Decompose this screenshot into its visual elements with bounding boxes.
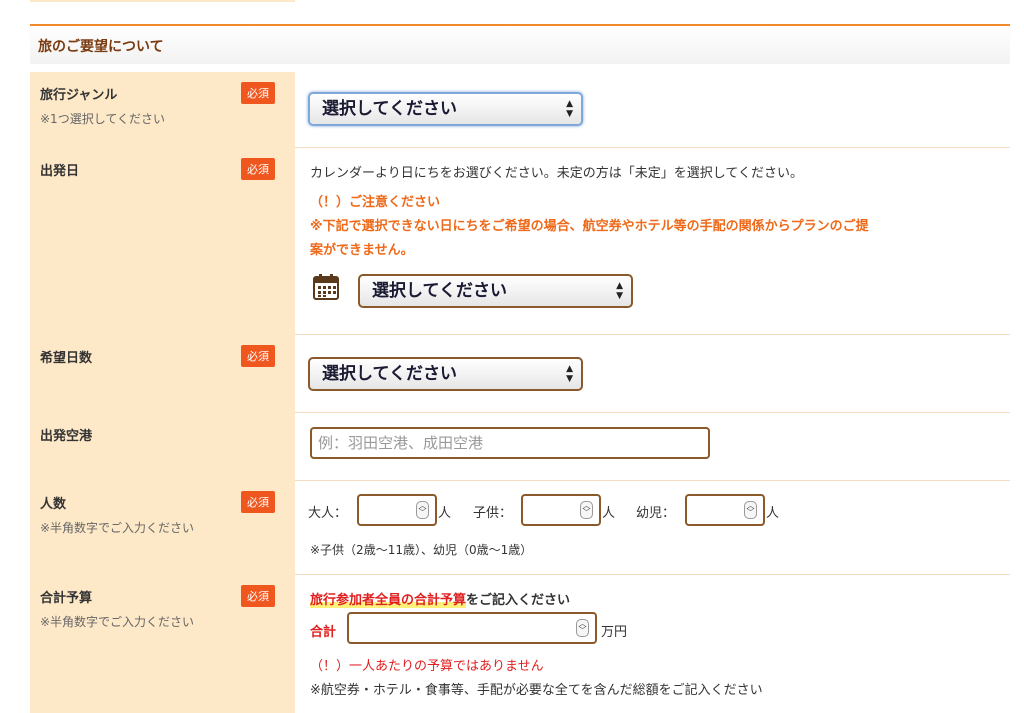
budget-warning: （！）一人あたりの予算ではありません xyxy=(310,659,544,674)
departure-date-select-value: 選択してください xyxy=(372,281,507,301)
airport-placeholder: 例：羽田空港、成田空港 xyxy=(318,434,484,452)
row-budget: 合計予算 ※半角数字でご入力ください 必須 旅行参加者全員の合計予算をご記入くだ… xyxy=(30,575,1010,713)
label-cell: 合計予算 ※半角数字でご入力ください 必須 xyxy=(30,575,295,713)
select-arrows-icon: ▲ ▼ xyxy=(566,99,573,119)
airport-label: 出発空港 xyxy=(40,429,93,444)
budget-input[interactable]: ︿ ﹀ xyxy=(347,612,597,644)
days-select[interactable]: 選択してください ▲ ▼ xyxy=(308,357,583,391)
value-cell: 選択してください ▲ ▼ xyxy=(295,72,1010,148)
label-cell: 人数 ※半角数字でご入力ください 必須 xyxy=(30,481,295,575)
genre-select-value: 選択してください xyxy=(322,99,457,119)
budget-unit: 万円 xyxy=(601,625,628,640)
budget-note: ※半角数字でご入力ください xyxy=(40,615,195,629)
budget-footnote: ※航空券・ホテル・食事等、手配が必要な全てを含んだ総額をご記入ください xyxy=(310,683,763,698)
label-cell: 出発日 必須 xyxy=(30,148,295,335)
adult-unit: 人 xyxy=(438,506,452,521)
stepper-icon[interactable]: ︿ ﹀ xyxy=(744,501,757,519)
previous-row-remnant xyxy=(30,0,1024,22)
row-genre: 旅行ジャンル ※1つ選択してください 必須 選択してください ▲ ▼ xyxy=(30,72,1010,148)
section-header: 旅のご要望について xyxy=(30,24,1010,64)
select-arrows-icon: ▲ ▼ xyxy=(616,281,623,301)
budget-heading-rest: をご記入ください xyxy=(466,593,571,608)
value-cell: 旅行参加者全員の合計予算をご記入ください 合計 ︿ ﹀ 万円 （！）一人あたりの予… xyxy=(295,575,1010,713)
total-label: 合計 xyxy=(310,625,337,640)
calendar-icon[interactable] xyxy=(313,274,339,300)
value-cell: 選択してください ▲ ▼ xyxy=(295,335,1010,413)
airport-input[interactable]: 例：羽田空港、成田空港 xyxy=(310,427,710,459)
label-cell: 旅行ジャンル ※1つ選択してください 必須 xyxy=(30,72,295,148)
value-cell: 大人： ︿ ﹀ 人 子供： ︿ ﹀ 人 幼児： ︿ ﹀ 人 ※子供（2歳〜11歳）、幼… xyxy=(295,481,1010,575)
caution-line-2: 案ができません。 xyxy=(310,243,414,258)
select-arrows-icon: ▲ ▼ xyxy=(566,364,573,384)
child-label: 子供： xyxy=(473,506,513,521)
required-badge: 必須 xyxy=(241,158,275,180)
stepper-icon[interactable]: ︿ ﹀ xyxy=(416,501,429,519)
days-select-value: 選択してください xyxy=(322,364,457,384)
value-cell: 例：羽田空港、成田空港 xyxy=(295,413,1010,481)
budget-label: 合計予算 xyxy=(40,591,93,606)
departure-instruction: カレンダーより日にちをお選びください。未定の方は「未定」を選択してください。 xyxy=(310,166,803,181)
budget-heading-highlight: 旅行参加者全員の合計予算 xyxy=(310,593,467,608)
departure-date-label: 出発日 xyxy=(40,164,80,179)
infant-label: 幼児： xyxy=(636,506,676,521)
section-title: 旅のご要望について xyxy=(38,39,164,55)
infant-count-input[interactable]: ︿ ﹀ xyxy=(685,494,765,526)
required-badge: 必須 xyxy=(241,345,275,367)
people-note: ※半角数字でご入力ください xyxy=(40,521,195,535)
budget-heading: 旅行参加者全員の合計予算をご記入ください xyxy=(310,589,570,608)
child-count-input[interactable]: ︿ ﹀ xyxy=(521,494,601,526)
stepper-icon[interactable]: ︿ ﹀ xyxy=(576,619,589,637)
genre-note: ※1つ選択してください xyxy=(40,112,165,126)
departure-date-select[interactable]: 選択してください ▲ ▼ xyxy=(358,274,633,308)
row-airport: 出発空港 例：羽田空港、成田空港 xyxy=(30,413,1010,481)
row-departure-date: 出発日 必須 カレンダーより日にちをお選びください。未定の方は「未定」を選択して… xyxy=(30,148,1010,335)
required-badge: 必須 xyxy=(241,491,275,513)
adult-label: 大人： xyxy=(308,506,348,521)
age-note: ※子供（2歳〜11歳）、幼児（0歳〜1歳） xyxy=(310,543,533,557)
people-label: 人数 xyxy=(40,497,67,512)
label-cell: 希望日数 必須 xyxy=(30,335,295,413)
days-label: 希望日数 xyxy=(40,351,93,366)
adult-count-input[interactable]: ︿ ﹀ xyxy=(357,494,437,526)
infant-unit: 人 xyxy=(766,506,780,521)
caution-line-1: ※下記で選択できない日にちをご希望の場合、航空券やホテル等の手配の関係からプラン… xyxy=(310,219,869,234)
label-cell: 出発空港 xyxy=(30,413,295,481)
stepper-icon[interactable]: ︿ ﹀ xyxy=(580,501,593,519)
row-people: 人数 ※半角数字でご入力ください 必須 大人： ︿ ﹀ 人 子供： ︿ ﹀ 人 幼児… xyxy=(30,481,1010,575)
genre-select[interactable]: 選択してください ▲ ▼ xyxy=(308,92,583,126)
genre-label: 旅行ジャンル xyxy=(40,88,118,103)
required-badge: 必須 xyxy=(241,585,275,607)
required-badge: 必須 xyxy=(241,82,275,104)
caution-title: （！）ご注意ください xyxy=(310,195,441,210)
value-cell: カレンダーより日にちをお選びください。未定の方は「未定」を選択してください。 （… xyxy=(295,148,1010,335)
row-days: 希望日数 必須 選択してください ▲ ▼ xyxy=(30,335,1010,413)
child-unit: 人 xyxy=(602,506,616,521)
